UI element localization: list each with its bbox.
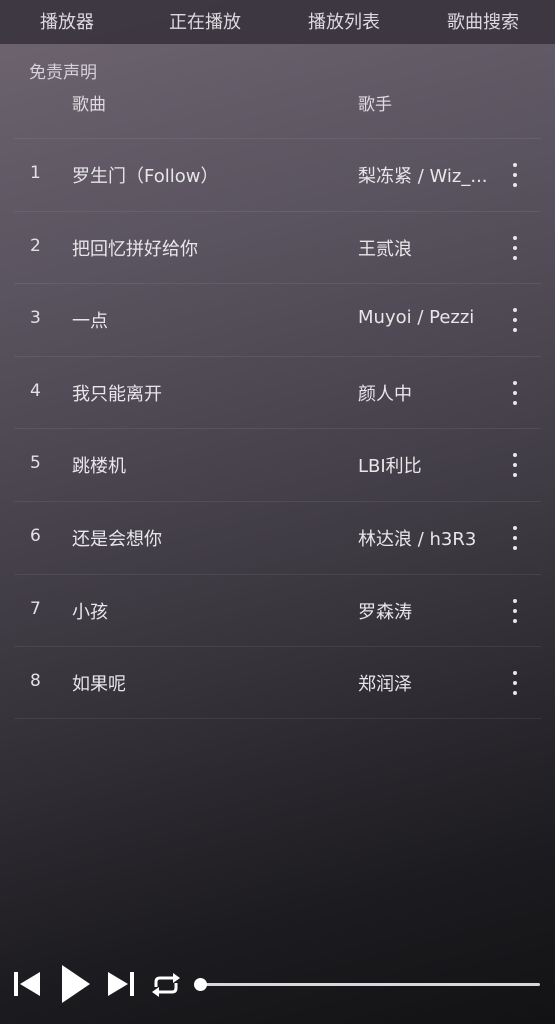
track-number: 2 (30, 235, 41, 256)
song-title: 罗生门（Follow） (72, 166, 219, 187)
playlist-header: 歌曲 歌手 (0, 88, 555, 118)
more-options-icon[interactable] (508, 308, 522, 333)
disclaimer-link[interactable]: 免责声明 (29, 58, 97, 83)
song-artist: 梨冻紧 / Wiz_... (358, 166, 488, 187)
track-number: 1 (30, 163, 41, 183)
tab-player[interactable]: 播放器 (40, 8, 94, 34)
song-title: 如果呢 (72, 674, 126, 696)
skip-next-icon[interactable] (106, 969, 136, 999)
song-artist: 王贰浪 (358, 238, 412, 260)
more-options-icon[interactable] (508, 598, 522, 623)
song-title: 把回忆拼好给你 (72, 238, 198, 260)
repeat-icon[interactable] (150, 971, 182, 999)
more-options-icon[interactable] (508, 453, 522, 478)
playlist-row[interactable]: 1 罗生门（Follow） 梨冻紧 / Wiz_... (14, 138, 541, 211)
song-artist: Muyoi / Pezzi (358, 307, 475, 329)
more-options-icon[interactable] (508, 671, 522, 696)
song-column-header: 歌曲 (72, 95, 106, 115)
tab-song-search[interactable]: 歌曲搜索 (447, 8, 519, 34)
song-artist: 郑润泽 (358, 674, 412, 696)
track-number: 5 (30, 453, 41, 474)
progress-slider[interactable] (194, 978, 540, 991)
playlist-row[interactable]: 7 小孩 罗森涛 (14, 573, 541, 647)
track-number: 6 (30, 525, 41, 546)
song-title: 小孩 (72, 601, 108, 623)
playlist: 1 罗生门（Follow） 梨冻紧 / Wiz_... 2 把回忆拼好给你 王贰… (14, 138, 541, 719)
track-number: 7 (30, 598, 41, 619)
playlist-row[interactable]: 5 跳楼机 LBI利比 (14, 428, 541, 501)
more-options-icon[interactable] (508, 163, 522, 187)
song-artist: 罗森涛 (358, 601, 412, 623)
song-title: 一点 (72, 311, 108, 333)
more-options-icon[interactable] (508, 380, 522, 405)
artist-column-header: 歌手 (358, 95, 392, 115)
song-artist: 颜人中 (358, 383, 412, 405)
more-options-icon[interactable] (508, 235, 522, 260)
song-title: 我只能离开 (72, 383, 162, 405)
song-artist: 林达浪 / h3R3 (358, 528, 477, 550)
playlist-row[interactable]: 3 一点 Muyoi / Pezzi (14, 283, 541, 356)
tab-playlist[interactable]: 播放列表 (308, 8, 380, 34)
skip-previous-icon[interactable] (12, 969, 42, 999)
track-number: 3 (30, 308, 41, 329)
tab-now-playing[interactable]: 正在播放 (169, 8, 241, 34)
playlist-row[interactable]: 6 还是会想你 林达浪 / h3R3 (14, 500, 541, 574)
playlist-row[interactable]: 8 如果呢 郑润泽 (14, 646, 541, 719)
play-icon[interactable] (60, 964, 92, 1004)
player-controls (0, 960, 555, 1010)
track-number: 8 (30, 671, 41, 692)
song-title: 跳楼机 (72, 456, 126, 478)
song-artist: LBI利比 (358, 456, 422, 478)
track-number: 4 (30, 380, 41, 401)
playlist-row[interactable]: 2 把回忆拼好给你 王贰浪 (14, 210, 541, 284)
top-nav-bar: 播放器 正在播放 播放列表 歌曲搜索 (0, 0, 555, 44)
more-options-icon[interactable] (508, 525, 522, 550)
song-title: 还是会想你 (72, 528, 162, 550)
progress-knob[interactable] (194, 978, 207, 991)
playlist-row[interactable]: 4 我只能离开 颜人中 (14, 355, 541, 429)
